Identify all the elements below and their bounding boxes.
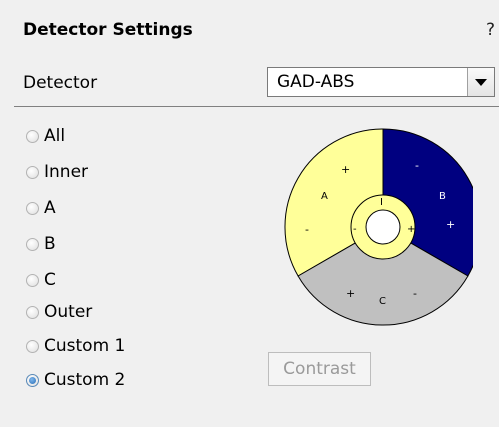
- divider: [14, 106, 499, 107]
- help-icon[interactable]: ?: [486, 20, 495, 40]
- inner-hole: [365, 209, 401, 245]
- radio-label: Custom 2: [44, 370, 126, 390]
- radio-circle[interactable]: [26, 273, 39, 287]
- radio-circle[interactable]: [26, 165, 39, 179]
- radio-circle[interactable]: [26, 339, 39, 353]
- radio-custom-2[interactable]: Custom 2: [26, 368, 125, 392]
- detector-label: Detector: [23, 73, 98, 93]
- inner-minus: -: [353, 224, 357, 235]
- segment-b-plus: +: [446, 218, 455, 231]
- radio-circle-checked[interactable]: [26, 373, 39, 387]
- radio-c[interactable]: C: [26, 268, 56, 292]
- radio-inner[interactable]: Inner: [26, 160, 88, 184]
- contrast-button[interactable]: Contrast: [268, 352, 371, 386]
- segment-a-label: A: [321, 191, 328, 202]
- detector-settings-panel: Detector Settings ? Detector GAD-ABS All…: [0, 0, 499, 427]
- inner-plus: +: [407, 224, 415, 235]
- radio-label: C: [44, 270, 56, 290]
- segment-c-plus: +: [346, 287, 355, 300]
- chevron-down-icon: [475, 78, 487, 86]
- segment-c-minus: -: [413, 287, 417, 300]
- segment-b-label: B: [439, 191, 446, 202]
- radio-circle[interactable]: [26, 305, 39, 319]
- segment-c-label: C: [379, 296, 386, 307]
- radio-label: B: [44, 234, 56, 254]
- radio-custom-1[interactable]: Custom 1: [26, 334, 125, 358]
- radio-b[interactable]: B: [26, 232, 56, 256]
- inner-label: I: [380, 197, 383, 208]
- detector-segment-diagram[interactable]: A + - B - + C + - I - +: [283, 127, 473, 327]
- radio-label: All: [44, 126, 66, 146]
- radio-label: Custom 1: [44, 336, 126, 356]
- radio-label: Outer: [44, 302, 93, 322]
- panel-title: Detector Settings: [23, 20, 193, 40]
- radio-all[interactable]: All: [26, 124, 65, 148]
- radio-circle[interactable]: [26, 201, 39, 215]
- segment-b-minus: -: [415, 159, 419, 172]
- detector-select-value: GAD-ABS: [277, 72, 355, 92]
- radio-circle[interactable]: [26, 237, 39, 251]
- radio-a[interactable]: A: [26, 196, 56, 220]
- radio-circle[interactable]: [26, 129, 39, 143]
- detector-select[interactable]: GAD-ABS: [267, 67, 495, 97]
- radio-label: A: [44, 198, 56, 218]
- radio-outer[interactable]: Outer: [26, 300, 92, 324]
- dropdown-arrow-button[interactable]: [467, 68, 494, 96]
- segment-a-plus: +: [341, 163, 350, 176]
- segment-a-minus: -: [305, 223, 309, 236]
- radio-label: Inner: [44, 162, 89, 182]
